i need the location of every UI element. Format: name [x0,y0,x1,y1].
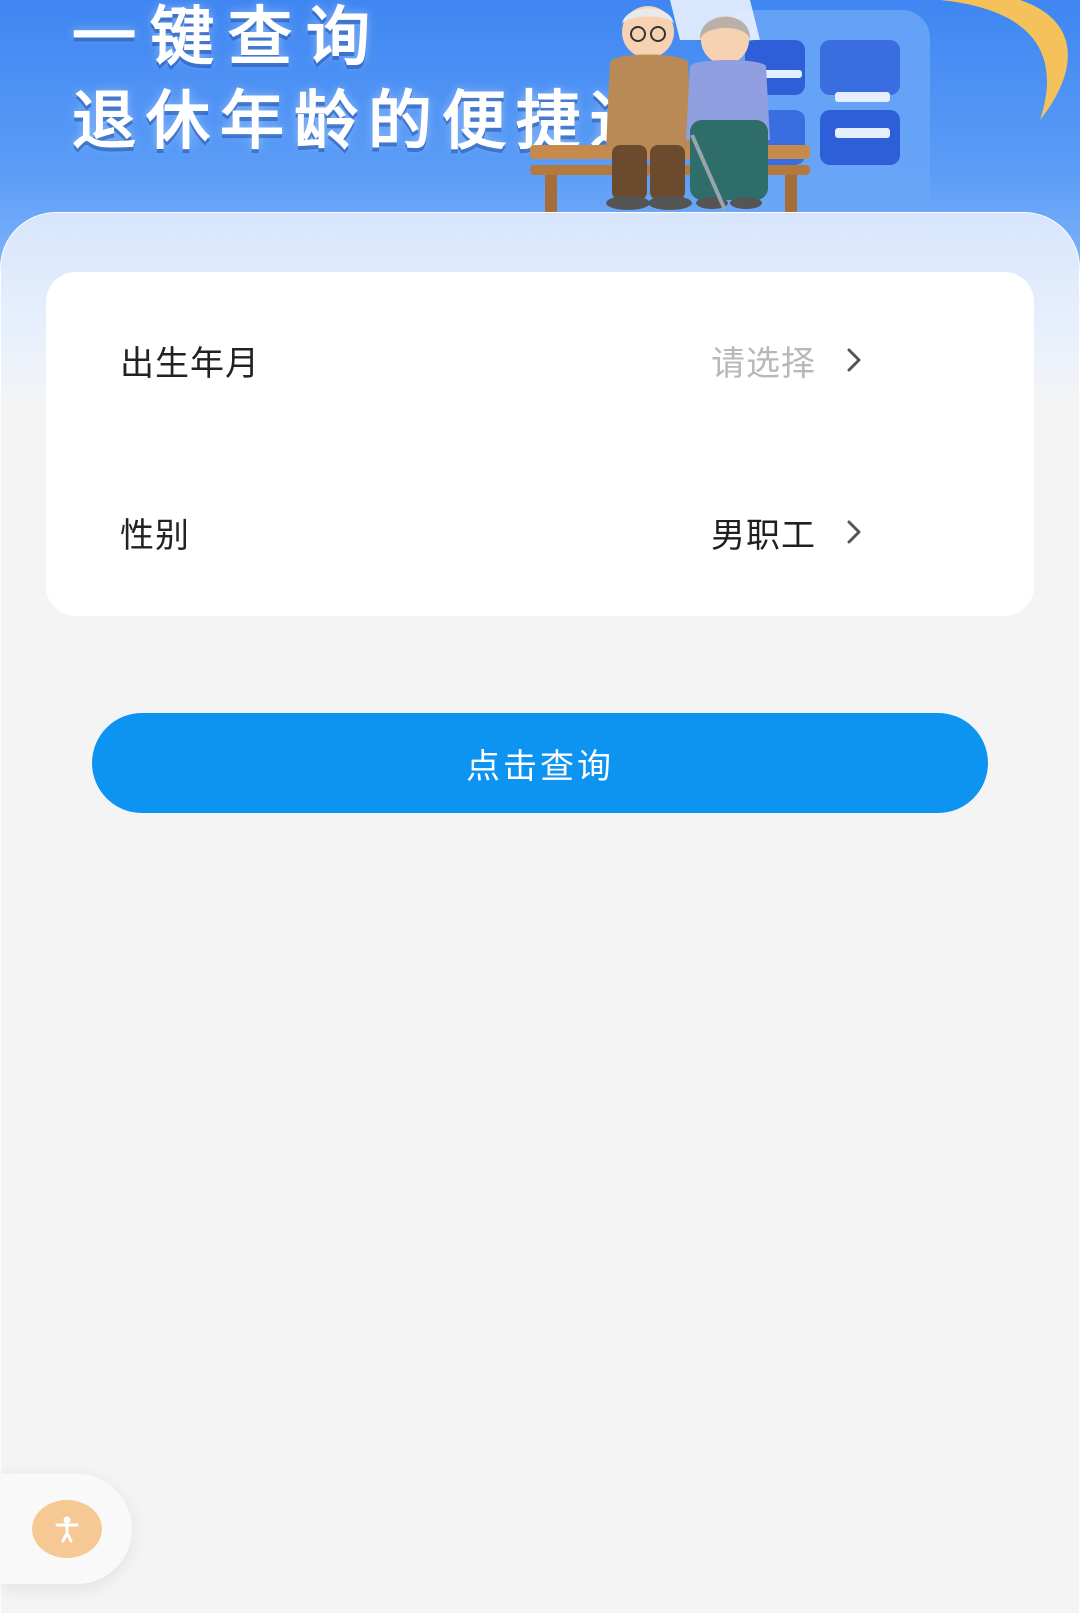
chevron-right-icon [840,517,870,547]
page: 一键查询 退休年龄的便捷通道 出生年月 请选择 性别 男职工 点击查询 [0,0,1080,1613]
birth-date-value: 请选择 [711,343,816,384]
gender-row[interactable]: 性别 男职工 [0,482,988,582]
query-button[interactable]: 点击查询 [92,713,988,813]
birth-date-row[interactable]: 出生年月 请选择 [0,310,988,410]
birth-date-label: 出生年月 [120,343,260,384]
accessibility-person-icon[interactable] [32,1500,102,1558]
gender-label: 性别 [120,515,190,556]
banner-title-line1: 一键查询 [72,1,384,75]
gender-value: 男职工 [711,515,816,556]
chevron-right-icon [840,345,870,375]
